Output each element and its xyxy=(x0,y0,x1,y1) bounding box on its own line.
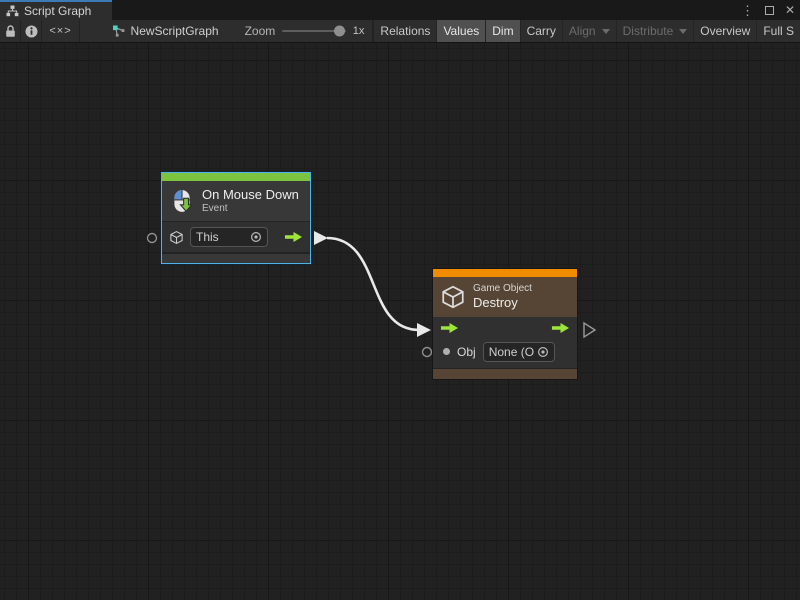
maximize-icon[interactable] xyxy=(765,6,774,15)
trigger-output-arrow-icon[interactable] xyxy=(284,231,303,243)
overview-button[interactable]: Overview xyxy=(693,20,756,42)
node-footer xyxy=(162,253,310,263)
button-label: Carry xyxy=(527,24,556,38)
info-button[interactable] xyxy=(21,20,41,42)
chevron-down-icon xyxy=(602,29,610,34)
button-label: Dim xyxy=(492,24,513,38)
lock-icon xyxy=(5,25,16,38)
node-trigger-row xyxy=(433,317,577,339)
node-on-mouse-down[interactable]: On Mouse Down Event This xyxy=(161,172,311,264)
button-label: Distribute xyxy=(623,24,674,38)
info-icon xyxy=(25,25,38,38)
game-object-cube-icon xyxy=(440,284,466,310)
node-title: Destroy xyxy=(473,295,532,311)
button-label: Full S xyxy=(763,24,794,38)
graph-toolbar: <×> NewScriptGraph Zoom 1x Relations Val… xyxy=(0,20,800,43)
value-input-port-dot[interactable] xyxy=(443,348,450,355)
window-controls: ⋮ ✕ xyxy=(741,0,795,20)
connection-end-arrowhead[interactable] xyxy=(417,323,431,337)
node-port-row: This xyxy=(162,222,310,252)
node-input-row: Obj None (O xyxy=(433,339,577,364)
lock-button[interactable] xyxy=(0,20,20,42)
code-brackets-icon: <×> xyxy=(49,25,71,37)
obj-field-value: None (O xyxy=(489,345,534,359)
button-label: Values xyxy=(443,24,479,38)
button-label: Relations xyxy=(380,24,430,38)
graph-name: NewScriptGraph xyxy=(131,24,219,38)
object-picker-icon[interactable] xyxy=(537,346,549,358)
button-label: Overview xyxy=(700,24,750,38)
node-body: Obj None (O xyxy=(433,317,577,368)
trigger-output-arrow-icon[interactable] xyxy=(551,322,570,334)
obj-object-field[interactable]: None (O xyxy=(483,342,555,362)
node-header[interactable]: Game Object Destroy xyxy=(433,277,577,317)
zoom-slider-thumb[interactable] xyxy=(334,26,345,37)
trigger-input-arrow-icon[interactable] xyxy=(440,322,459,334)
zoom-slider[interactable] xyxy=(282,20,346,42)
object-picker-icon[interactable] xyxy=(250,231,262,243)
hierarchy-graph-icon xyxy=(6,5,19,17)
carry-button[interactable]: Carry xyxy=(520,20,562,42)
node-category: Game Object xyxy=(473,283,532,296)
close-icon[interactable]: ✕ xyxy=(785,4,795,16)
node-title: On Mouse Down xyxy=(202,187,299,203)
connection-wire[interactable] xyxy=(327,238,419,330)
target-object-field[interactable]: This xyxy=(190,227,268,247)
node-footer xyxy=(433,368,577,379)
node-header[interactable]: On Mouse Down Event xyxy=(162,181,310,221)
input-label: Obj xyxy=(457,345,476,359)
distribute-dropdown-button[interactable]: Distribute xyxy=(616,20,694,42)
target-field-value: This xyxy=(196,230,219,244)
window-tab-bar: Script Graph ⋮ ✕ xyxy=(0,0,800,20)
button-label: Align xyxy=(569,24,596,38)
relations-button[interactable]: Relations xyxy=(373,20,436,42)
loose-port-circle-on-mouse-down[interactable] xyxy=(148,234,157,243)
game-object-cube-icon xyxy=(169,230,184,245)
align-dropdown-button[interactable]: Align xyxy=(562,20,616,42)
zoom-value: 1x xyxy=(353,20,365,42)
node-accent-strip xyxy=(433,269,577,277)
node-destroy[interactable]: Game Object Destroy Obj xyxy=(432,268,578,380)
graph-network-icon xyxy=(112,25,125,37)
chevron-down-icon xyxy=(679,29,687,34)
values-button[interactable]: Values xyxy=(436,20,485,42)
connection-start-arrowhead[interactable] xyxy=(314,231,328,245)
fullscreen-button[interactable]: Full S xyxy=(756,20,800,42)
inspect-code-button[interactable]: <×> xyxy=(42,20,78,42)
mouse-down-event-icon xyxy=(169,188,195,214)
zoom-label: Zoom xyxy=(245,20,276,42)
node-accent-strip xyxy=(162,173,310,181)
destroy-output-triangle-port[interactable] xyxy=(584,323,595,337)
tab-script-graph[interactable]: Script Graph xyxy=(0,0,112,20)
window-menu-icon[interactable]: ⋮ xyxy=(741,4,754,17)
node-subtitle: Event xyxy=(202,203,299,216)
dim-button[interactable]: Dim xyxy=(485,20,519,42)
toolbar-separator xyxy=(79,20,80,42)
graph-breadcrumb[interactable]: NewScriptGraph xyxy=(112,20,219,42)
loose-port-circle-destroy-obj[interactable] xyxy=(423,348,432,357)
graph-canvas[interactable]: On Mouse Down Event This xyxy=(0,43,800,600)
tab-title: Script Graph xyxy=(24,4,91,18)
connections-overlay xyxy=(0,43,800,600)
